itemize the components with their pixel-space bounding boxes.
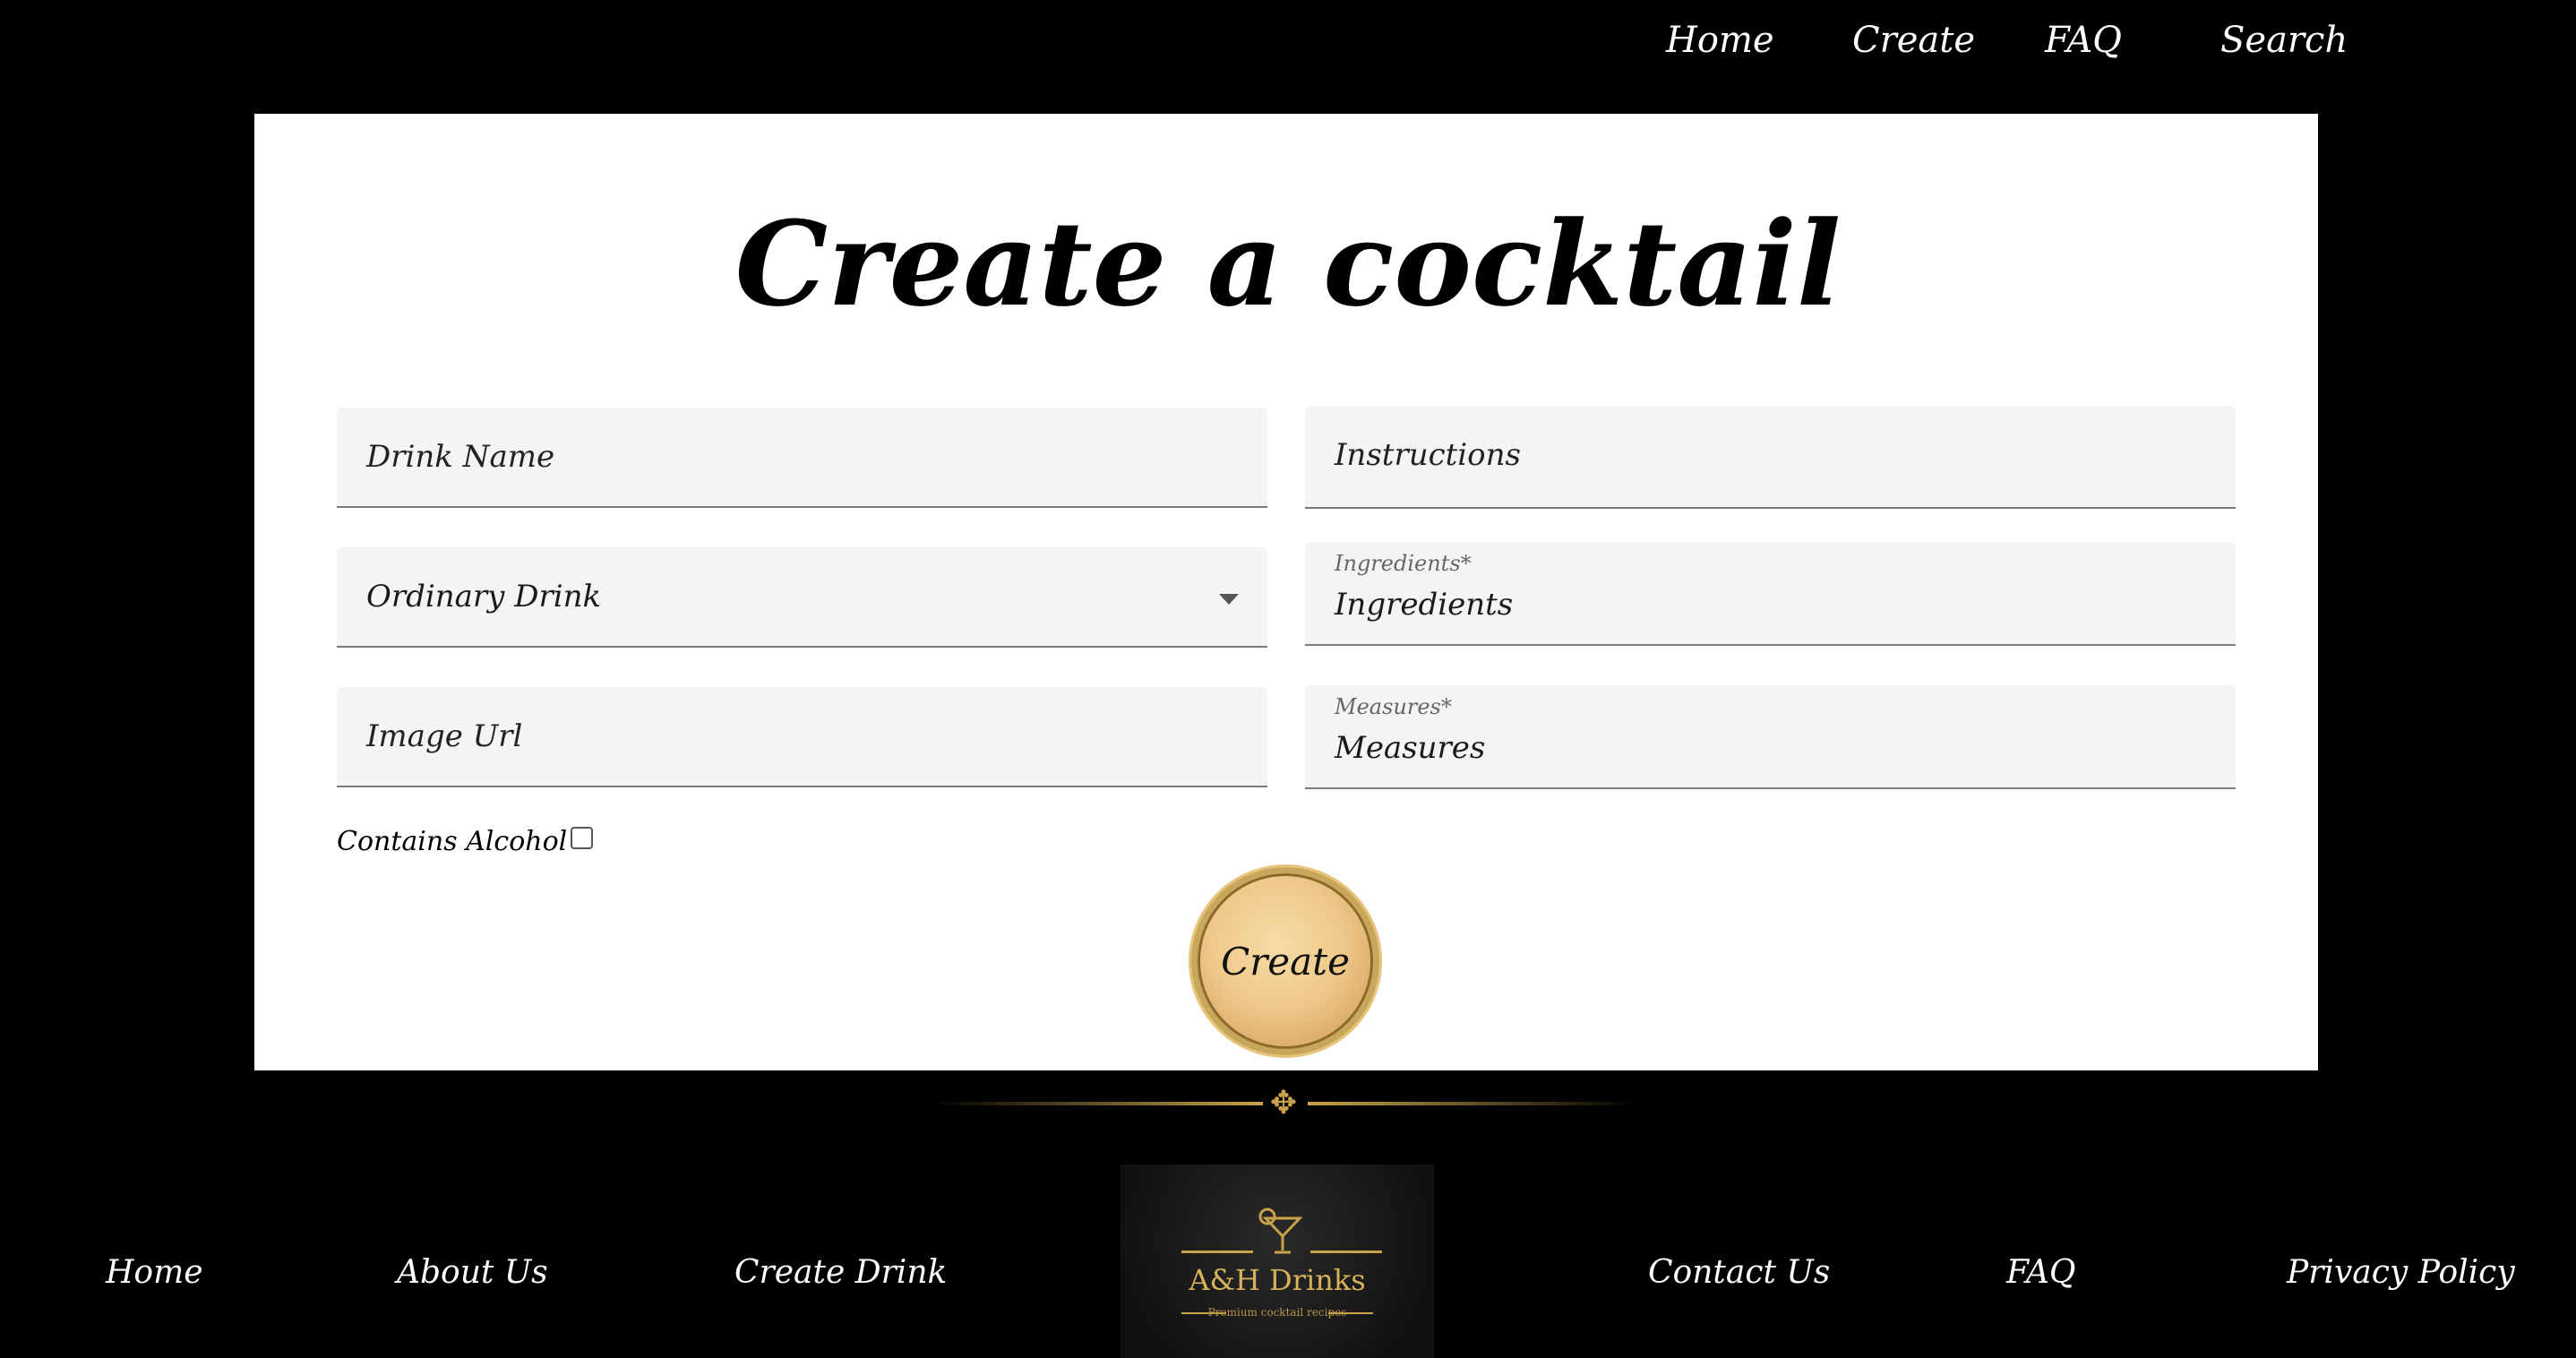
cocktail-glass-icon <box>1258 1208 1303 1254</box>
footer-contact-link[interactable]: Contact Us <box>1648 1254 1830 1291</box>
brand-logo[interactable]: A&H Drinks Premium cocktail recipes <box>1121 1165 1434 1358</box>
top-navigation: Home Create FAQ Search <box>0 0 2576 114</box>
nav-home-link[interactable]: Home <box>1666 20 1774 61</box>
ingredients-value: Ingredients <box>1335 587 1514 623</box>
footer-about-link[interactable]: About Us <box>397 1254 548 1291</box>
logo-rule-top-right <box>1310 1251 1382 1253</box>
nav-search-link[interactable]: Search <box>2220 20 2348 61</box>
image-url-field[interactable]: Image Url <box>337 687 1267 787</box>
nav-create-link[interactable]: Create <box>1852 20 1975 61</box>
create-button[interactable]: Create <box>1191 867 1379 1055</box>
ingredients-label: Ingredients* <box>1335 551 1472 576</box>
nav-faq-link[interactable]: FAQ <box>2045 20 2122 61</box>
measures-label: Measures* <box>1335 694 1452 719</box>
instructions-placeholder: Instructions <box>1335 437 1521 473</box>
contains-alcohol-checkbox[interactable] <box>571 827 594 849</box>
instructions-field[interactable]: Instructions <box>1305 406 2236 509</box>
logo-rule-top-left <box>1181 1251 1253 1253</box>
category-selected-value: Ordinary Drink <box>366 579 602 615</box>
measures-value: Measures <box>1335 730 1486 766</box>
ingredients-field[interactable]: Ingredients* Ingredients <box>1305 542 2236 646</box>
contains-alcohol-row: Contains Alcohol <box>337 826 594 857</box>
create-button-label: Create <box>1221 939 1350 984</box>
drink-name-placeholder: Drink Name <box>366 439 555 475</box>
measures-field[interactable]: Measures* Measures <box>1305 685 2236 789</box>
chevron-down-icon <box>1219 594 1239 605</box>
footer-faq-link[interactable]: FAQ <box>2006 1254 2075 1291</box>
logo-tagline: Premium cocktail recipes <box>1207 1306 1347 1319</box>
fleur-ornament-icon: ✥ <box>1269 1085 1298 1122</box>
footer-home-link[interactable]: Home <box>106 1254 203 1291</box>
divider-line-right <box>1308 1102 1639 1105</box>
page-title: Create a cocktail <box>734 195 1842 332</box>
footer-create-drink-link[interactable]: Create Drink <box>734 1254 947 1291</box>
contains-alcohol-label: Contains Alcohol <box>337 826 568 857</box>
category-select[interactable]: Ordinary Drink <box>337 547 1267 648</box>
image-url-placeholder: Image Url <box>366 718 523 754</box>
ornamental-divider: ✥ <box>932 1086 1639 1122</box>
logo-brand-name: A&H Drinks <box>1189 1263 1366 1297</box>
divider-line-left <box>932 1102 1263 1105</box>
footer-privacy-link[interactable]: Privacy Policy <box>2287 1254 2515 1291</box>
drink-name-field[interactable]: Drink Name <box>337 408 1267 508</box>
logo-rule-bottom-right <box>1328 1312 1373 1314</box>
